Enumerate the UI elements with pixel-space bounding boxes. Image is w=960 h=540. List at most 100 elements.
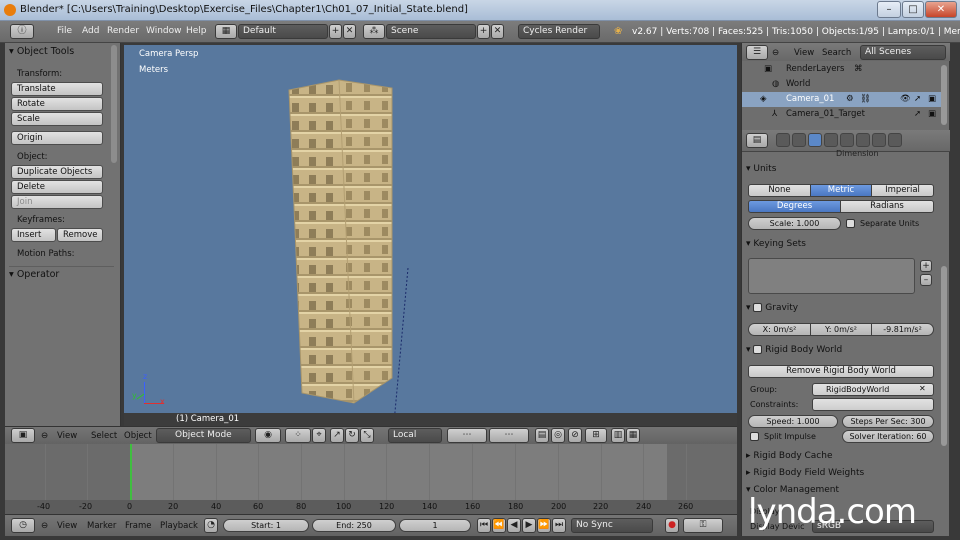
add-scene-button[interactable]: + xyxy=(477,24,490,39)
origin-button[interactable]: Origin xyxy=(11,131,103,145)
insert-keyframe-button[interactable]: Insert xyxy=(11,228,56,242)
duplicate-objects-button[interactable]: Duplicate Objects xyxy=(11,165,103,179)
render-animation-icon[interactable]: ▦ xyxy=(626,428,640,443)
jenga-tower[interactable] xyxy=(284,78,399,408)
split-impulse-checkbox[interactable] xyxy=(750,432,759,441)
remove-layout-button[interactable]: ✕ xyxy=(343,24,356,39)
timeline-editor[interactable]: -40 -20 0 20 40 60 80 100 120 140 160 18… xyxy=(5,444,737,514)
render-engine-select[interactable]: Cycles Render xyxy=(518,24,600,39)
mode-select[interactable]: Object Mode xyxy=(156,428,251,443)
unit-system-imperial[interactable]: Imperial xyxy=(871,184,934,197)
start-frame-field[interactable]: Start: 1 xyxy=(223,519,309,532)
world-tab-icon[interactable] xyxy=(824,133,838,147)
add-layout-button[interactable]: + xyxy=(329,24,342,39)
remove-keyframe-button[interactable]: Remove xyxy=(57,228,103,242)
scale-manipulator-icon[interactable]: ⤡ xyxy=(360,428,374,443)
timeline-ruler[interactable] xyxy=(5,500,737,514)
gravity-y-field[interactable]: Y: 0m/s² xyxy=(810,323,872,336)
preview-range-icon[interactable]: ◔ xyxy=(204,518,218,533)
menu-select[interactable]: Select xyxy=(91,431,117,441)
jump-end-icon[interactable]: ⏭ xyxy=(552,518,566,533)
remove-rigid-body-world-button[interactable]: Remove Rigid Body World xyxy=(748,365,934,378)
steps-per-sec-field[interactable]: Steps Per Sec: 300 xyxy=(842,415,934,428)
jump-start-icon[interactable]: ⏮ xyxy=(477,518,491,533)
rotation-radians[interactable]: Radians xyxy=(840,200,934,213)
gravity-x-field[interactable]: X: 0m/s² xyxy=(748,323,811,336)
minimize-button[interactable]: – xyxy=(877,1,901,18)
editor-type-outliner-icon[interactable]: ☰ xyxy=(746,45,768,60)
keying-sets-panel-header[interactable]: ▾ Keying Sets xyxy=(746,239,936,249)
editor-type-timeline-icon[interactable]: ◷ xyxy=(11,518,35,533)
play-icon[interactable]: ▶ xyxy=(522,518,536,533)
renderability-camera-icon[interactable]: ▣ xyxy=(928,107,936,122)
translate-manipulator-icon[interactable]: ↗ xyxy=(330,428,344,443)
remove-scene-button[interactable]: ✕ xyxy=(491,24,504,39)
menu-window[interactable]: Window xyxy=(146,26,182,36)
gravity-z-field[interactable]: -9.81m/s² xyxy=(871,323,934,336)
data-tab-icon[interactable] xyxy=(872,133,886,147)
menu-add[interactable]: Add xyxy=(82,26,99,36)
rotate-manipulator-icon[interactable]: ↻ xyxy=(345,428,359,443)
object-tools-header[interactable]: ▾ Object Tools xyxy=(9,46,114,57)
rotation-degrees[interactable]: Degrees xyxy=(748,200,841,213)
menu-help[interactable]: Help xyxy=(186,26,207,36)
delete-button[interactable]: Delete xyxy=(11,180,103,194)
render-tab-icon[interactable] xyxy=(776,133,790,147)
separate-units-checkbox[interactable] xyxy=(846,219,855,228)
outliner-item-renderlayers[interactable]: ▣ RenderLayers ⌘ xyxy=(742,62,942,77)
manipulator-toggle-icon[interactable]: ⌖ xyxy=(312,428,326,443)
timeline-menu-playback[interactable]: Playback xyxy=(160,521,198,531)
layers-grid-2-icon[interactable]: ⋯ xyxy=(489,428,529,443)
snap-icon[interactable]: ⊘ xyxy=(568,428,582,443)
collapse-menu-icon[interactable]: ⊖ xyxy=(41,431,48,441)
add-keying-set-button[interactable]: + xyxy=(920,260,932,272)
keying-sets-list[interactable] xyxy=(748,258,915,294)
outliner-display-mode-select[interactable]: All Scenes xyxy=(860,45,946,60)
proportional-edit-icon[interactable]: ◎ xyxy=(551,428,565,443)
rigid-body-cache-panel-header[interactable]: ▸ Rigid Body Cache xyxy=(746,451,936,461)
rigid-body-field-weights-panel-header[interactable]: ▸ Rigid Body Field Weights xyxy=(746,468,936,478)
translate-button[interactable]: Translate xyxy=(11,82,103,96)
sync-mode-select[interactable]: No Sync xyxy=(571,518,653,533)
maximize-button[interactable]: □ xyxy=(902,1,924,18)
outliner-scrollbar[interactable] xyxy=(941,65,947,125)
screen-layout-icon[interactable]: ▦ xyxy=(215,24,237,39)
editor-type-info-icon[interactable]: ⓘ xyxy=(10,24,34,39)
screen-layout-field[interactable]: Default xyxy=(238,24,328,39)
current-frame-field[interactable]: 1 xyxy=(399,519,471,532)
menu-render[interactable]: Render xyxy=(107,26,139,36)
collapse-menu-icon[interactable]: ⊖ xyxy=(772,48,779,58)
physics-tab-icon[interactable] xyxy=(888,133,902,147)
transform-orientation-select[interactable]: Local xyxy=(388,428,442,443)
solver-iterations-field[interactable]: Solver Iteration: 60 xyxy=(842,430,934,443)
jump-keyframe-back-icon[interactable]: ⏪ xyxy=(492,518,506,533)
close-button[interactable]: ✕ xyxy=(925,1,957,18)
speed-field[interactable]: Speed: 1.000 xyxy=(748,415,838,428)
pivot-point-icon[interactable]: ⁘ xyxy=(285,428,311,443)
remove-keying-set-button[interactable]: – xyxy=(920,274,932,286)
operator-panel-header[interactable]: ▾ Operator xyxy=(9,266,114,280)
constraints-field[interactable] xyxy=(812,398,934,411)
outliner-item-world[interactable]: ◍ World xyxy=(742,77,942,92)
outliner-menu-search[interactable]: Search xyxy=(822,48,851,58)
gravity-panel-header[interactable]: ▾ Gravity xyxy=(746,303,936,313)
selectability-cursor-icon[interactable]: ➚ xyxy=(914,107,921,122)
unit-scale-field[interactable]: Scale: 1.000 xyxy=(748,217,841,230)
group-field[interactable]: RigidBodyWorld xyxy=(812,383,934,396)
rotate-button[interactable]: Rotate xyxy=(11,97,103,111)
rigid-body-world-checkbox[interactable] xyxy=(753,345,763,354)
scale-button[interactable]: Scale xyxy=(11,112,103,126)
layers-grid-icon[interactable]: ⋯ xyxy=(447,428,487,443)
units-panel-header[interactable]: ▾ Units xyxy=(746,164,936,174)
editor-type-properties-icon[interactable]: ▤ xyxy=(746,133,768,148)
gravity-checkbox[interactable] xyxy=(753,303,763,312)
current-frame-marker[interactable] xyxy=(130,444,132,500)
play-reverse-icon[interactable]: ◀ xyxy=(507,518,521,533)
unit-system-metric[interactable]: Metric xyxy=(810,184,872,197)
properties-scrollbar[interactable] xyxy=(941,266,947,446)
3d-viewport[interactable]: Camera Persp Meters z x y (1) Camera_01 xyxy=(124,43,737,426)
toolshelf-scrollbar[interactable] xyxy=(111,45,117,163)
menu-object[interactable]: Object xyxy=(124,431,152,441)
constraints-tab-icon[interactable] xyxy=(856,133,870,147)
rigid-body-world-panel-header[interactable]: ▾ Rigid Body World xyxy=(746,345,936,355)
